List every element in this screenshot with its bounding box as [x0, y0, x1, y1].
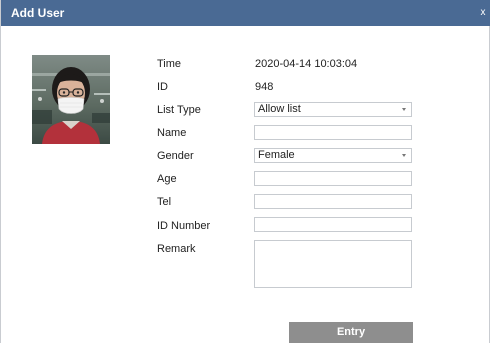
- chevron-down-icon: [402, 154, 406, 157]
- gender-select[interactable]: Female: [254, 148, 412, 163]
- titlebar: Add User x: [1, 0, 490, 26]
- user-photo: [32, 55, 110, 144]
- user-face-photo-icon: [32, 55, 110, 144]
- chevron-down-icon: [402, 108, 406, 111]
- time-value: 2020-04-14 10:03:04: [255, 58, 358, 70]
- tel-label: Tel: [157, 196, 172, 208]
- name-input[interactable]: [254, 125, 412, 140]
- remark-textarea[interactable]: [254, 240, 412, 288]
- id-label: ID: [157, 81, 168, 93]
- dialog-title: Add User: [11, 6, 65, 20]
- close-button[interactable]: x: [475, 7, 490, 21]
- age-label: Age: [157, 173, 177, 185]
- id-number-input[interactable]: [254, 217, 412, 232]
- close-icon: x: [480, 7, 486, 18]
- name-label: Name: [157, 127, 187, 139]
- age-input[interactable]: [254, 171, 412, 186]
- list-type-value: Allow list: [258, 103, 301, 115]
- gender-label: Gender: [157, 150, 194, 162]
- remark-label: Remark: [157, 243, 196, 255]
- id-number-label: ID Number: [157, 220, 211, 232]
- time-label: Time: [157, 58, 182, 70]
- add-user-dialog: Add User x Time 2020-04-14 10:03:04 ID 9…: [0, 0, 490, 343]
- list-type-select[interactable]: Allow list: [254, 102, 412, 117]
- tel-input[interactable]: [254, 194, 412, 209]
- gender-value: Female: [258, 149, 295, 161]
- list-type-label: List Type: [157, 104, 201, 116]
- id-value: 948: [255, 81, 274, 93]
- entry-button[interactable]: Entry: [289, 322, 413, 343]
